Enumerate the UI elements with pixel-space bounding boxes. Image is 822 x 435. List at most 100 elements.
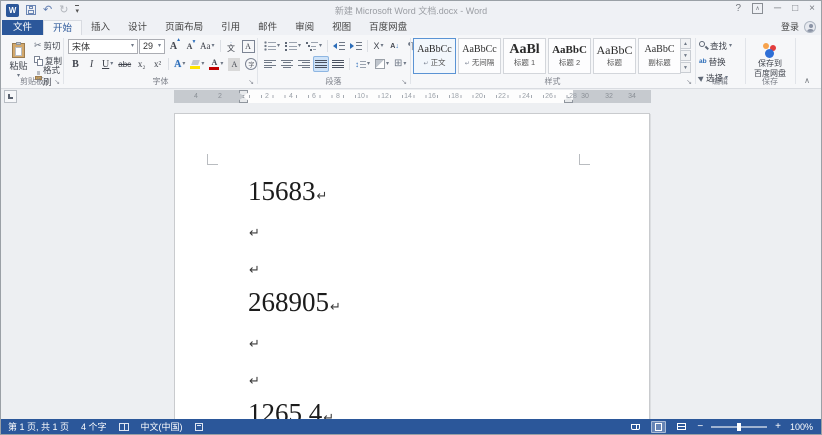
replace-button[interactable]: ab 替换 — [699, 55, 732, 68]
redo-icon[interactable]: ↻ — [59, 4, 68, 16]
line-spacing-button[interactable]: ↕ ▾ — [353, 56, 372, 72]
style-title[interactable]: AaBbC 标题 — [593, 38, 636, 74]
style-normal[interactable]: AaBbCc ↵ 正文 — [413, 38, 456, 74]
tab-view[interactable]: 视图 — [323, 20, 360, 35]
highlight-button[interactable]: ▾ — [188, 56, 206, 72]
bullets-button[interactable]: ▾ — [262, 38, 282, 54]
paragraph[interactable]: ↵ — [248, 358, 639, 395]
tab-references[interactable]: 引用 — [212, 20, 249, 35]
superscript-button[interactable]: x² — [150, 56, 165, 72]
tab-design[interactable]: 设计 — [119, 20, 156, 35]
align-center-button[interactable] — [279, 56, 295, 72]
borders-button[interactable]: ⊞ ▾ — [392, 56, 408, 72]
style-heading-1[interactable]: AaBl 标题 1 — [503, 38, 546, 74]
sign-in[interactable]: 登录 — [781, 20, 816, 33]
paragraph[interactable]: ↵ — [248, 210, 639, 247]
paragraph[interactable]: 1265.4↵ — [248, 395, 639, 419]
style-subtitle[interactable]: AaBbC 副标题 — [638, 38, 681, 74]
help-icon[interactable]: ? — [735, 3, 741, 14]
justify-button[interactable] — [313, 56, 329, 72]
collapse-ribbon-icon[interactable]: ∧ — [804, 76, 810, 85]
find-button[interactable]: 查找 ▾ — [699, 39, 732, 52]
bold-button[interactable]: B — [68, 56, 83, 72]
cut-button[interactable]: ✂ 剪切 — [34, 39, 63, 52]
increase-indent-button[interactable] — [348, 38, 364, 54]
tab-home[interactable]: 开始 — [43, 20, 83, 35]
styles-scroll-up-icon[interactable]: ▲ — [680, 38, 691, 49]
font-dialog-launcher-icon[interactable]: ↘ — [248, 78, 254, 86]
underline-button[interactable]: U ▾ — [100, 56, 115, 72]
margin-corner-mark — [579, 154, 590, 165]
align-left-button[interactable] — [262, 56, 278, 72]
insert-mode-icon[interactable] — [194, 422, 203, 431]
qat-customize-icon[interactable]: ▾ — [75, 5, 79, 15]
zoom-in-button[interactable]: + — [775, 421, 781, 432]
print-layout-button[interactable] — [651, 420, 667, 433]
paragraph[interactable]: 268905↵ — [248, 284, 639, 321]
distribute-button[interactable] — [330, 56, 346, 72]
paragraph[interactable]: ↵ — [248, 321, 639, 358]
shrink-font-button[interactable]: A ▼ — [182, 38, 197, 54]
clipboard-dialog-launcher-icon[interactable]: ↘ — [54, 78, 60, 86]
paragraph[interactable]: 15683↵ — [248, 173, 639, 210]
styles-gallery-more-icon[interactable]: ▼ — [680, 62, 691, 73]
tab-file[interactable]: 文件 — [2, 20, 44, 35]
language-indicator[interactable]: 中文(中国) — [141, 420, 183, 433]
paragraph[interactable]: ↵ — [248, 247, 639, 284]
paragraph-mark-icon: ↵ — [323, 411, 335, 419]
shading-button[interactable]: ▾ — [373, 56, 391, 72]
chevron-down-icon: ▾ — [386, 61, 390, 67]
phonetic-guide-button[interactable]: ˊˋ 文 — [224, 38, 239, 54]
proofing-icon[interactable] — [118, 422, 129, 431]
save-icon[interactable] — [26, 5, 36, 15]
word-count[interactable]: 4 个字 — [81, 420, 107, 433]
font-family-select[interactable]: 宋体 ▾ — [68, 38, 138, 54]
strikethrough-button[interactable]: abc — [116, 56, 133, 72]
page-indicator[interactable]: 第 1 页, 共 1 页 — [8, 420, 69, 433]
zoom-out-button[interactable]: − — [697, 421, 703, 432]
tab-insert[interactable]: 插入 — [82, 20, 119, 35]
chevron-down-icon: ▾ — [298, 43, 302, 49]
zoom-slider[interactable] — [711, 422, 768, 431]
read-mode-button[interactable] — [628, 421, 643, 433]
tab-stop-selector[interactable] — [4, 90, 17, 103]
undo-icon[interactable]: ↶ — [43, 4, 52, 16]
grow-font-button[interactable]: A ▲ — [166, 38, 181, 54]
sort-button[interactable]: A ↓ — [387, 38, 402, 54]
tab-review[interactable]: 审阅 — [286, 20, 323, 35]
font-color-button[interactable]: A ▾ — [207, 56, 225, 72]
minimize-icon[interactable]: ─ — [774, 3, 781, 14]
document-canvas: 6 4 2 2 4 6 8 10 12 14 16 18 20 22 24 26… — [1, 89, 821, 419]
align-right-button[interactable] — [296, 56, 312, 72]
tab-baidu-netdisk[interactable]: 百度网盘 — [360, 20, 416, 35]
subscript-button[interactable]: x₂ — [134, 56, 149, 72]
asian-layout-button[interactable]: X ▾ — [371, 38, 386, 54]
close-icon[interactable]: × — [809, 3, 815, 14]
italic-button[interactable]: I — [84, 56, 99, 72]
horizontal-ruler[interactable]: 6 4 2 2 4 6 8 10 12 14 16 18 20 22 24 26… — [174, 90, 651, 103]
replace-icon: ab — [699, 58, 707, 65]
tab-page-layout[interactable]: 页面布局 — [156, 20, 212, 35]
zoom-slider-thumb[interactable] — [737, 422, 742, 431]
font-size-select[interactable]: 29 ▾ — [139, 38, 165, 54]
styles-scroll-down-icon[interactable]: ▼ — [680, 50, 691, 61]
change-case-button[interactable]: Aa ▾ — [198, 38, 217, 54]
tab-mailings[interactable]: 邮件 — [249, 20, 286, 35]
style-heading-2[interactable]: AaBbC 标题 2 — [548, 38, 591, 74]
character-border-button[interactable]: A — [240, 38, 257, 54]
paragraph-group-label: 段落 — [325, 77, 342, 86]
decrease-indent-button[interactable] — [331, 38, 347, 54]
multilevel-list-button[interactable]: ▾ — [304, 38, 324, 54]
text-effects-button[interactable]: A ▾ — [172, 56, 187, 72]
character-shading-button[interactable]: A — [226, 56, 242, 72]
document-page[interactable]: 15683↵ ↵ ↵ 268905↵ ↵ ↵ 1265.4↵ — [174, 113, 650, 419]
style-no-spacing[interactable]: AaBbCc ↵ 无间隔 — [458, 38, 501, 74]
numbering-button[interactable]: ▾ — [283, 38, 303, 54]
styles-dialog-launcher-icon[interactable]: ↘ — [686, 78, 692, 86]
maximize-icon[interactable]: □ — [792, 3, 798, 14]
ruler-number: 18 — [451, 93, 459, 100]
zoom-level[interactable]: 100% — [789, 422, 813, 432]
paragraph-dialog-launcher-icon[interactable]: ↘ — [401, 78, 407, 86]
ribbon-display-options-icon[interactable]: ∧ — [752, 3, 764, 14]
web-layout-button[interactable] — [674, 421, 689, 433]
